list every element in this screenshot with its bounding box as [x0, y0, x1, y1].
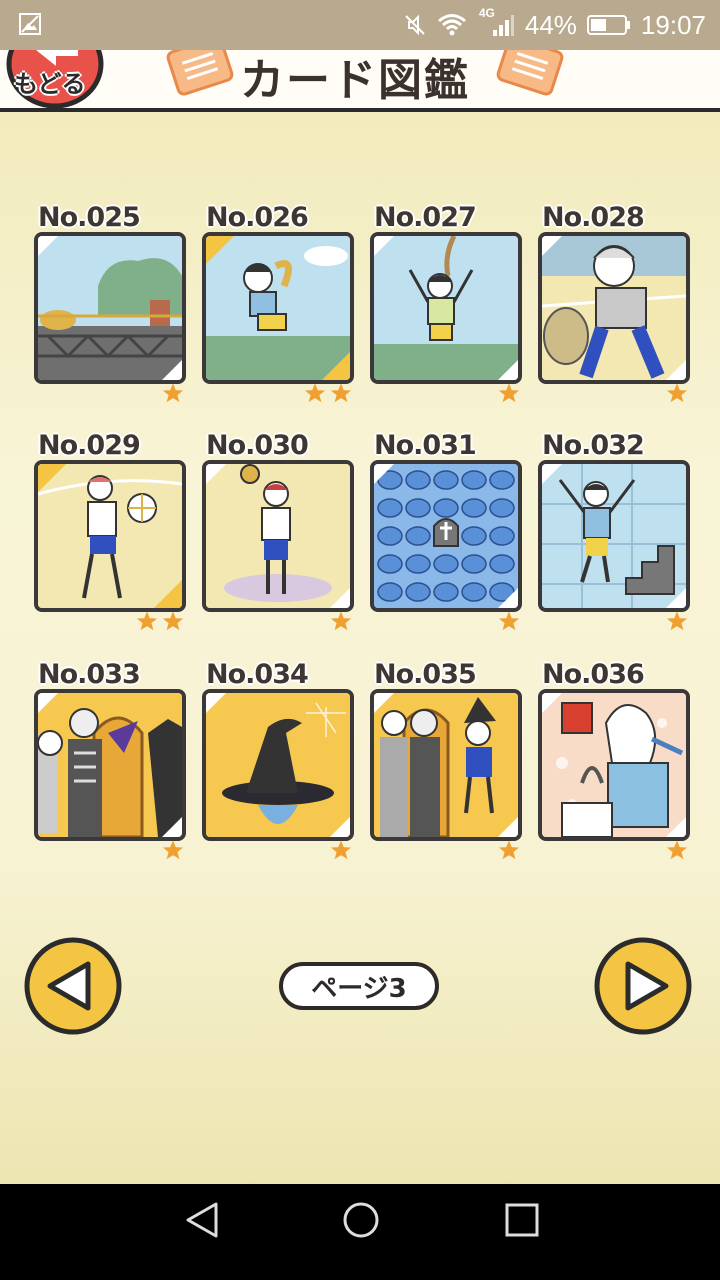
star-icon [666, 611, 688, 631]
star-icon [330, 840, 352, 860]
card-image [370, 689, 522, 841]
image-notification-icon [19, 13, 41, 35]
battery-percent: 44% [524, 9, 577, 40]
card-rating [666, 382, 688, 404]
recents-nav-icon[interactable] [504, 1200, 540, 1240]
status-bar: 4G 44% 19:07 [0, 0, 720, 50]
card-rating [498, 382, 520, 404]
battery-icon [586, 15, 630, 35]
card-rating [498, 839, 520, 861]
card-rating [666, 839, 688, 861]
card-rating [162, 382, 184, 404]
card-026[interactable]: No.026 [202, 202, 354, 404]
home-nav-icon[interactable] [342, 1200, 380, 1240]
card-025[interactable]: No.025 [34, 202, 186, 404]
star-icon [498, 611, 520, 631]
card-number: No.028 [542, 202, 645, 233]
book-left-icon [166, 50, 234, 96]
card-035[interactable]: No.035 [370, 659, 522, 861]
card-028[interactable]: No.028 [538, 202, 690, 404]
card-image [34, 689, 186, 841]
card-image [538, 232, 690, 384]
card-036[interactable]: No.036 [538, 659, 690, 861]
card-number: No.030 [206, 430, 309, 461]
system-navigation-bar [0, 1184, 720, 1280]
card-number: No.025 [38, 202, 141, 233]
next-page-button[interactable] [594, 937, 692, 1035]
star-icon [136, 611, 158, 631]
card-033[interactable]: No.033 [34, 659, 186, 861]
card-number: No.031 [374, 430, 477, 461]
signal-icon [492, 15, 514, 36]
card-image [202, 232, 354, 384]
card-image [370, 460, 522, 612]
card-image [202, 460, 354, 612]
card-image [538, 460, 690, 612]
card-image [538, 689, 690, 841]
mute-icon [405, 14, 425, 36]
prev-page-button[interactable] [24, 937, 122, 1035]
card-image [34, 460, 186, 612]
page-title: カード図鑑 [240, 55, 470, 106]
card-031[interactable]: No.031 [370, 430, 522, 632]
card-rating [498, 610, 520, 632]
triangle-right-icon [594, 937, 692, 1035]
wifi-icon [437, 14, 466, 36]
card-number: No.026 [206, 202, 309, 233]
star-icon [330, 611, 352, 631]
star-icon [498, 383, 520, 403]
signal-indicator: 4G [477, 6, 515, 40]
card-rating [330, 610, 352, 632]
card-number: No.035 [374, 659, 477, 690]
star-icon [162, 840, 184, 860]
triangle-left-icon [24, 937, 122, 1035]
star-icon [498, 840, 520, 860]
star-icon [330, 383, 352, 403]
card-029[interactable]: No.029 [34, 430, 186, 632]
back-label: もどる [14, 70, 86, 98]
back-button[interactable]: もどる [6, 50, 104, 108]
card-rating [330, 839, 352, 861]
card-image [370, 232, 522, 384]
star-icon [162, 611, 184, 631]
back-nav-icon[interactable] [184, 1200, 220, 1240]
card-032[interactable]: No.032 [538, 430, 690, 632]
card-image [34, 232, 186, 384]
card-rating [304, 382, 352, 404]
star-icon [666, 840, 688, 860]
card-030[interactable]: No.030 [202, 430, 354, 632]
card-number: No.036 [542, 659, 645, 690]
card-034[interactable]: No.034 [202, 659, 354, 861]
card-number: No.033 [38, 659, 141, 690]
card-number: No.034 [206, 659, 309, 690]
card-027[interactable]: No.027 [370, 202, 522, 404]
card-rating [136, 610, 184, 632]
card-number: No.029 [38, 430, 141, 461]
book-right-icon [496, 50, 564, 96]
card-image [202, 689, 354, 841]
card-number: No.032 [542, 430, 645, 461]
card-rating [162, 839, 184, 861]
star-icon [162, 383, 184, 403]
card-number: No.027 [374, 202, 477, 233]
page-indicator: ページ3 [279, 962, 439, 1010]
card-rating [666, 610, 688, 632]
star-icon [666, 383, 688, 403]
clock: 19:07 [640, 9, 706, 40]
star-icon [304, 383, 326, 403]
header: カード図鑑 もどる [0, 50, 720, 112]
